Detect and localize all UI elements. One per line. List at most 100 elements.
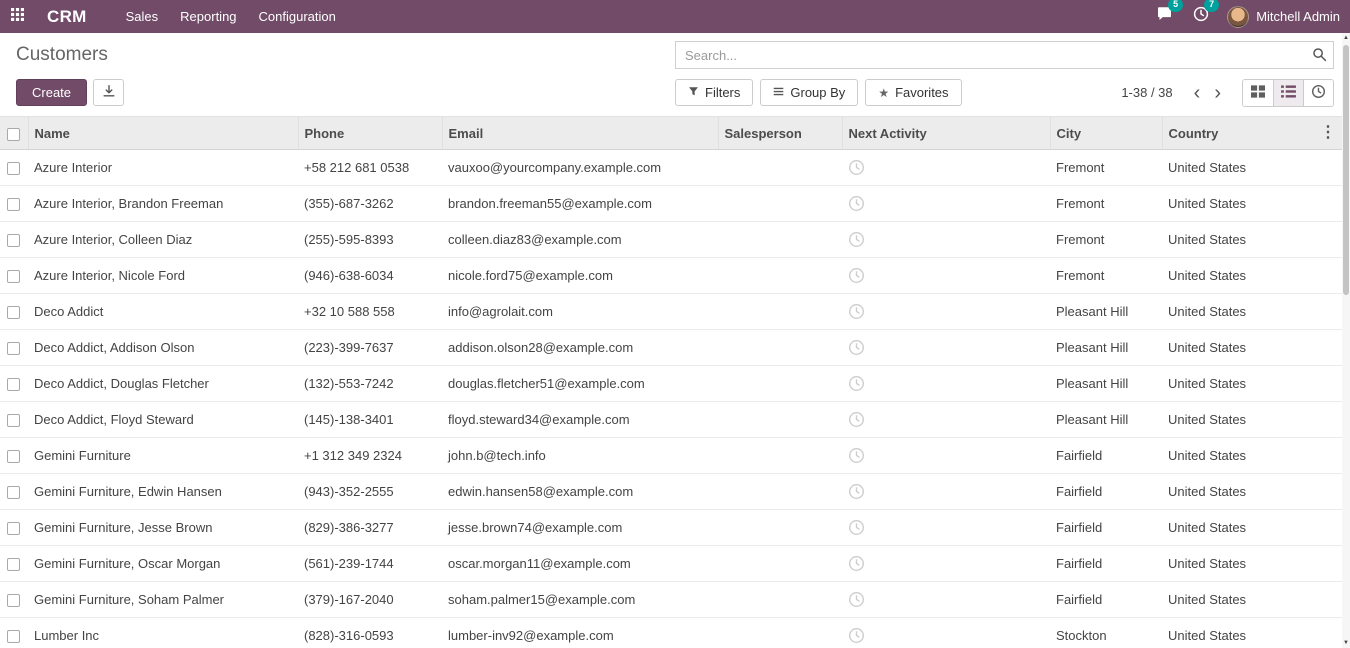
column-header-country[interactable]: Country ⋮ (1162, 117, 1342, 150)
row-checkbox[interactable] (7, 378, 20, 391)
menu-configuration[interactable]: Configuration (248, 0, 347, 33)
clock-outline-icon[interactable] (848, 591, 865, 608)
row-checkbox[interactable] (7, 630, 20, 643)
column-options-button[interactable]: ⋮ (1320, 122, 1336, 142)
table-row[interactable]: Gemini Furniture, Jesse Brown (829)-386-… (0, 510, 1342, 546)
row-checkbox[interactable] (7, 594, 20, 607)
search-button[interactable] (1312, 47, 1327, 65)
cell-country: United States (1162, 294, 1342, 330)
clock-outline-icon[interactable] (848, 447, 865, 464)
vertical-scrollbar[interactable]: ▲ ▼ (1342, 33, 1350, 648)
cell-country: United States (1162, 510, 1342, 546)
activities-button[interactable]: 7 (1191, 4, 1211, 29)
row-checkbox[interactable] (7, 234, 20, 247)
cell-salesperson (718, 258, 842, 294)
pager-next-button[interactable]: › (1207, 83, 1228, 103)
cell-email: edwin.hansen58@example.com (442, 474, 718, 510)
column-header-phone[interactable]: Phone (298, 117, 442, 150)
create-button[interactable]: Create (16, 79, 87, 106)
clock-outline-icon[interactable] (848, 555, 865, 572)
table-row[interactable]: Deco Addict, Addison Olson (223)-399-763… (0, 330, 1342, 366)
row-checkbox[interactable] (7, 486, 20, 499)
table-row[interactable]: Gemini Furniture +1 312 349 2324 john.b@… (0, 438, 1342, 474)
table-row[interactable]: Gemini Furniture, Oscar Morgan (561)-239… (0, 546, 1342, 582)
cell-city: Fremont (1050, 150, 1162, 186)
activity-view-button[interactable] (1303, 80, 1333, 106)
table-row[interactable]: Azure Interior, Nicole Ford (946)-638-60… (0, 258, 1342, 294)
cell-country: United States (1162, 546, 1342, 582)
row-checkbox[interactable] (7, 342, 20, 355)
user-menu[interactable]: Mitchell Admin (1227, 6, 1340, 28)
app-name[interactable]: CRM (47, 7, 87, 27)
cell-city: Pleasant Hill (1050, 366, 1162, 402)
row-checkbox[interactable] (7, 198, 20, 211)
table-row[interactable]: Gemini Furniture, Edwin Hansen (943)-352… (0, 474, 1342, 510)
clock-outline-icon[interactable] (848, 267, 865, 284)
clock-outline-icon[interactable] (848, 195, 865, 212)
scrollbar-thumb[interactable] (1343, 45, 1349, 295)
clock-outline-icon[interactable] (848, 339, 865, 356)
clock-outline-icon[interactable] (848, 627, 865, 644)
scroll-down-arrow[interactable]: ▼ (1342, 638, 1350, 648)
row-checkbox[interactable] (7, 522, 20, 535)
cell-email: addison.olson28@example.com (442, 330, 718, 366)
row-checkbox[interactable] (7, 162, 20, 175)
table-row[interactable]: Azure Interior, Brandon Freeman (355)-68… (0, 186, 1342, 222)
cell-email: douglas.fletcher51@example.com (442, 366, 718, 402)
cell-email: brandon.freeman55@example.com (442, 186, 718, 222)
menu-reporting[interactable]: Reporting (169, 0, 247, 33)
cell-city: Fremont (1050, 186, 1162, 222)
clock-outline-icon[interactable] (848, 411, 865, 428)
cell-country: United States (1162, 474, 1342, 510)
scroll-up-arrow[interactable]: ▲ (1342, 33, 1350, 43)
grid-icon (1251, 85, 1265, 101)
row-checkbox[interactable] (7, 414, 20, 427)
export-button[interactable] (93, 79, 124, 106)
clock-outline-icon[interactable] (848, 483, 865, 500)
table-row[interactable]: Gemini Furniture, Soham Palmer (379)-167… (0, 582, 1342, 618)
apps-menu-button[interactable] (0, 0, 35, 33)
table-row[interactable]: Deco Addict +32 10 588 558 info@agrolait… (0, 294, 1342, 330)
cell-email: john.b@tech.info (442, 438, 718, 474)
row-checkbox[interactable] (7, 306, 20, 319)
favorites-button[interactable]: ★ Favorites (865, 79, 961, 106)
pager-previous-button[interactable]: ‹ (1187, 83, 1208, 103)
cell-email: vauxoo@yourcompany.example.com (442, 150, 718, 186)
row-checkbox[interactable] (7, 450, 20, 463)
column-header-next-activity[interactable]: Next Activity (842, 117, 1050, 150)
cell-phone: +58 212 681 0538 (298, 150, 442, 186)
search-input[interactable] (675, 41, 1334, 69)
control-panel: Customers Create (0, 33, 1350, 116)
select-all-checkbox[interactable] (7, 128, 20, 141)
cell-email: lumber-inv92@example.com (442, 618, 718, 648)
messages-button[interactable]: 5 (1154, 4, 1175, 29)
table-row[interactable]: Deco Addict, Douglas Fletcher (132)-553-… (0, 366, 1342, 402)
cell-next-activity (842, 510, 1050, 546)
column-header-city[interactable]: City (1050, 117, 1162, 150)
group-by-button[interactable]: Group By (760, 79, 858, 106)
row-checkbox[interactable] (7, 270, 20, 283)
clock-outline-icon[interactable] (848, 159, 865, 176)
table-row[interactable]: Lumber Inc (828)-316-0593 lumber-inv92@e… (0, 618, 1342, 648)
row-checkbox[interactable] (7, 558, 20, 571)
magnifier-icon (1312, 50, 1327, 65)
column-header-name[interactable]: Name (28, 117, 298, 150)
clock-outline-icon[interactable] (848, 231, 865, 248)
table-row[interactable]: Azure Interior, Colleen Diaz (255)-595-8… (0, 222, 1342, 258)
table-row[interactable]: Deco Addict, Floyd Steward (145)-138-340… (0, 402, 1342, 438)
column-header-salesperson[interactable]: Salesperson (718, 117, 842, 150)
kanban-view-button[interactable] (1243, 80, 1273, 106)
search-bar (675, 41, 1334, 69)
cell-phone: (223)-399-7637 (298, 330, 442, 366)
clock-outline-icon[interactable] (848, 375, 865, 392)
clock-outline-icon[interactable] (848, 303, 865, 320)
list-view-button[interactable] (1273, 80, 1303, 106)
filters-button[interactable]: Filters (675, 79, 753, 106)
menu-sales[interactable]: Sales (115, 0, 170, 33)
column-header-email[interactable]: Email (442, 117, 718, 150)
cell-salesperson (718, 618, 842, 648)
cell-next-activity (842, 330, 1050, 366)
clock-outline-icon[interactable] (848, 519, 865, 536)
cell-country: United States (1162, 366, 1342, 402)
table-row[interactable]: Azure Interior +58 212 681 0538 vauxoo@y… (0, 150, 1342, 186)
